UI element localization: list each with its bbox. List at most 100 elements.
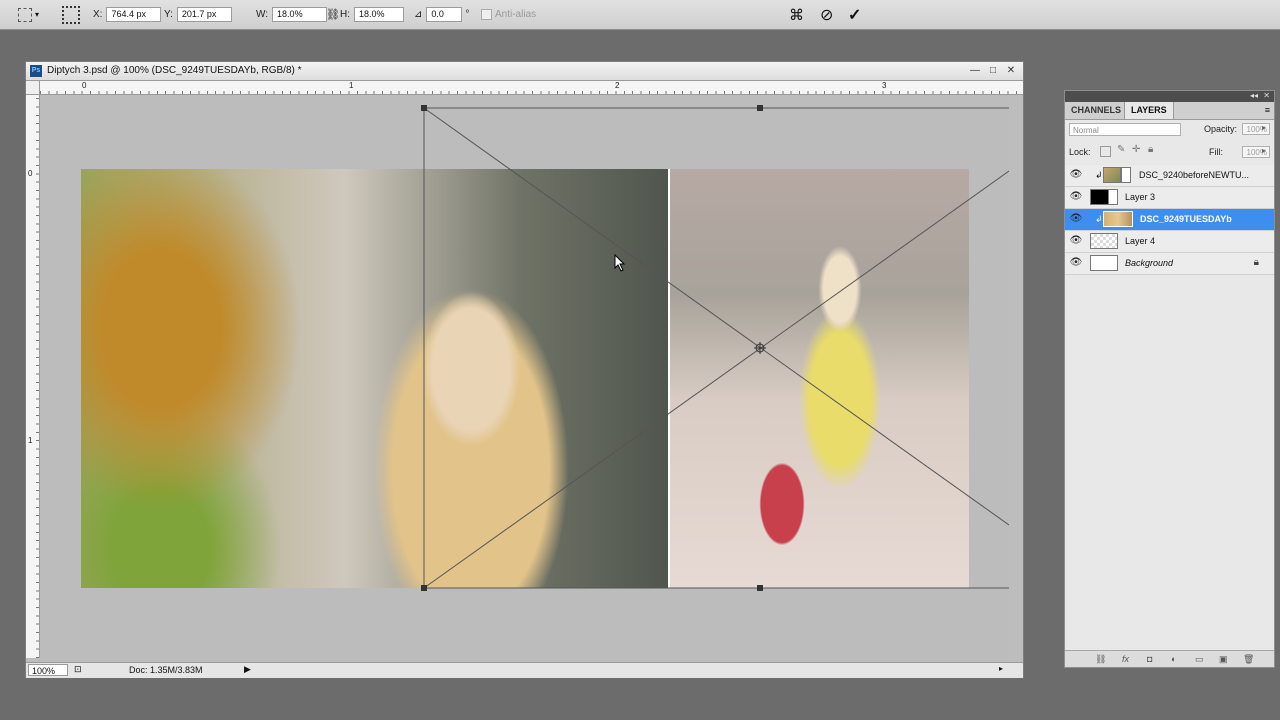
scroll-right-icon[interactable]: ▸ — [999, 664, 1003, 673]
ruler-v-label: 1 — [28, 436, 33, 445]
antialias-checkbox[interactable] — [481, 9, 492, 20]
adjustment-layer-icon[interactable]: ◐ — [1171, 654, 1176, 664]
add-mask-icon[interactable]: ◘ — [1147, 654, 1152, 664]
layer-name: DSC_9240beforeNEWTU... — [1139, 170, 1250, 180]
doc-size-info: Doc: 1.35M/3.83M — [129, 665, 203, 675]
ruler-h-label: 3 — [882, 81, 887, 90]
lock-label: Lock: — [1069, 147, 1091, 157]
layer-name: Background — [1125, 258, 1174, 268]
lock-all-icon[interactable]: 🔒︎ — [1148, 144, 1153, 155]
ruler-h-label: 0 — [82, 81, 87, 90]
lock-position-icon[interactable]: ✛ — [1132, 144, 1140, 155]
ruler-h-label: 2 — [615, 81, 620, 90]
width-field[interactable]: 18.0% — [272, 7, 328, 22]
warp-mode-icon[interactable]: ⌘ — [789, 0, 804, 29]
panel-menu-icon[interactable]: ≡ — [1265, 105, 1270, 115]
clipping-arrow-icon: ↲ — [1095, 170, 1103, 180]
layer-name: Layer 4 — [1125, 236, 1156, 246]
panel-bottom-toolbar: ⛓ fx ◘ ◐ ▭ ▣ 🗑︎ — [1065, 650, 1274, 667]
h-label: H: — [340, 9, 350, 20]
x-field[interactable]: 764.4 px — [106, 7, 162, 22]
degree-symbol: ° — [465, 9, 470, 20]
layer-row[interactable]: 👁︎ Background 🔒︎ — [1065, 253, 1274, 275]
ruler-v-label: 0 — [28, 169, 33, 178]
tab-channels[interactable]: CHANNELS — [1065, 102, 1127, 119]
close-icon[interactable]: ✕ — [1004, 64, 1018, 78]
antialias-label: Anti-alias — [495, 9, 537, 20]
layer-name: Layer 3 — [1125, 192, 1156, 202]
reference-point-icon — [62, 5, 80, 24]
canvas[interactable] — [40, 95, 1009, 662]
blend-mode-select[interactable]: Normal — [1069, 123, 1181, 136]
tab-layers[interactable]: LAYERS — [1124, 102, 1174, 119]
fill-label: Fill: — [1209, 147, 1223, 157]
fx-icon[interactable]: fx — [1122, 654, 1129, 664]
close-panel-icon[interactable]: ✕ — [1263, 91, 1270, 100]
clipping-arrow-icon: ↲ — [1095, 214, 1103, 224]
new-group-icon[interactable]: ▭ — [1195, 654, 1204, 665]
layer-row-selected[interactable]: 👁︎ ↲ DSC_9249TUESDAYb — [1065, 209, 1274, 231]
layer-thumbnail — [1090, 233, 1118, 249]
maximize-icon[interactable]: □ — [986, 64, 1000, 78]
x-label: X: — [93, 9, 103, 20]
transform-tool-icon — [18, 7, 32, 22]
opacity-label: Opacity: — [1204, 124, 1238, 134]
photo-right-girl-with-suitcase[interactable] — [670, 169, 969, 588]
ruler-origin[interactable] — [26, 81, 40, 95]
angle-field[interactable]: 0.0 — [426, 7, 463, 22]
layer-name: DSC_9249TUESDAYb — [1140, 214, 1232, 224]
fill-arrow-icon[interactable]: ▸ — [1262, 146, 1266, 155]
link-layers-icon[interactable]: ⛓ — [1095, 654, 1106, 665]
opacity-arrow-icon[interactable]: ▸ — [1262, 123, 1266, 132]
photoshop-icon: Ps — [30, 65, 42, 77]
eye-icon[interactable]: 👁︎ — [1069, 192, 1083, 202]
zoom-level-field[interactable]: 100% — [28, 664, 68, 676]
panel-tabs: CHANNELS LAYERS ≡ — [1065, 102, 1274, 120]
transform-handle-top-center[interactable] — [757, 105, 763, 111]
layer-row[interactable]: 👁︎ Layer 3 — [1065, 187, 1274, 209]
tool-preset-picker[interactable]: ▾ — [18, 0, 39, 29]
horizontal-ruler[interactable]: 0 1 2 3 — [40, 81, 1023, 95]
reference-point-locator[interactable] — [62, 0, 80, 29]
layer-thumbnail — [1090, 255, 1118, 271]
new-layer-icon[interactable]: ▣ — [1219, 654, 1228, 665]
angle-icon: ⊿ — [414, 9, 423, 20]
lock-image-icon[interactable]: ✎ — [1117, 144, 1125, 155]
status-bar: 100% ⊡ Doc: 1.35M/3.83M ▶ ▸ — [26, 662, 1023, 678]
layer-row[interactable]: 👁︎ Layer 4 — [1065, 231, 1274, 253]
height-field[interactable]: 18.0% — [354, 7, 404, 22]
vertical-ruler[interactable]: 0 1 — [26, 95, 40, 658]
photo-left-girl-portrait[interactable] — [81, 169, 668, 588]
status-menu-arrow-icon[interactable]: ▶ — [244, 664, 251, 675]
options-bar: ▾ X: 764.4 px Y: 201.7 px W: 18.0% ⛓ H: … — [0, 0, 1280, 30]
ruler-h-label: 1 — [349, 81, 354, 90]
commit-transform-icon[interactable]: ✓ — [848, 0, 861, 29]
document-window: Ps Diptych 3.psd @ 100% (DSC_9249TUESDAY… — [25, 61, 1024, 678]
cancel-transform-icon[interactable]: ⊘ — [820, 0, 833, 29]
y-field[interactable]: 201.7 px — [176, 7, 232, 22]
trash-icon[interactable]: 🗑︎ — [1243, 654, 1254, 665]
document-title-bar[interactable]: Ps Diptych 3.psd @ 100% (DSC_9249TUESDAY… — [26, 62, 1023, 81]
y-label: Y: — [164, 9, 173, 20]
chevron-down-icon: ▾ — [35, 10, 40, 19]
eye-icon[interactable]: 👁︎ — [1069, 170, 1083, 180]
eye-icon[interactable]: 👁︎ — [1069, 236, 1083, 246]
w-label: W: — [256, 9, 269, 20]
layer-thumbnail — [1103, 211, 1133, 227]
eye-icon[interactable]: 👁︎ — [1069, 214, 1083, 224]
lock-transparent-icon[interactable] — [1100, 146, 1111, 157]
layer-row[interactable]: 👁︎ ↲ DSC_9240beforeNEWTU... — [1065, 165, 1274, 187]
layer-thumbnail — [1090, 189, 1118, 205]
layers-panel: ◂◂ ✕ CHANNELS LAYERS ≡ Normal Opacity: 1… — [1064, 90, 1275, 668]
collapse-panel-icon[interactable]: ◂◂ — [1250, 91, 1258, 100]
layer-mask-thumbnail — [1121, 167, 1131, 183]
minimize-icon[interactable]: — — [968, 64, 982, 78]
transform-handle-top-left[interactable] — [421, 105, 427, 111]
eye-icon[interactable]: 👁︎ — [1069, 258, 1083, 268]
layer-thumbnail — [1103, 167, 1121, 183]
status-options-icon[interactable]: ⊡ — [74, 664, 82, 675]
link-icon[interactable]: ⛓ — [326, 0, 340, 29]
layers-list: 👁︎ ↲ DSC_9240beforeNEWTU... 👁︎ Layer 3 👁… — [1065, 165, 1274, 275]
lock-icon: 🔒︎ — [1253, 257, 1259, 268]
panel-header-bar[interactable]: ◂◂ ✕ — [1065, 91, 1274, 102]
